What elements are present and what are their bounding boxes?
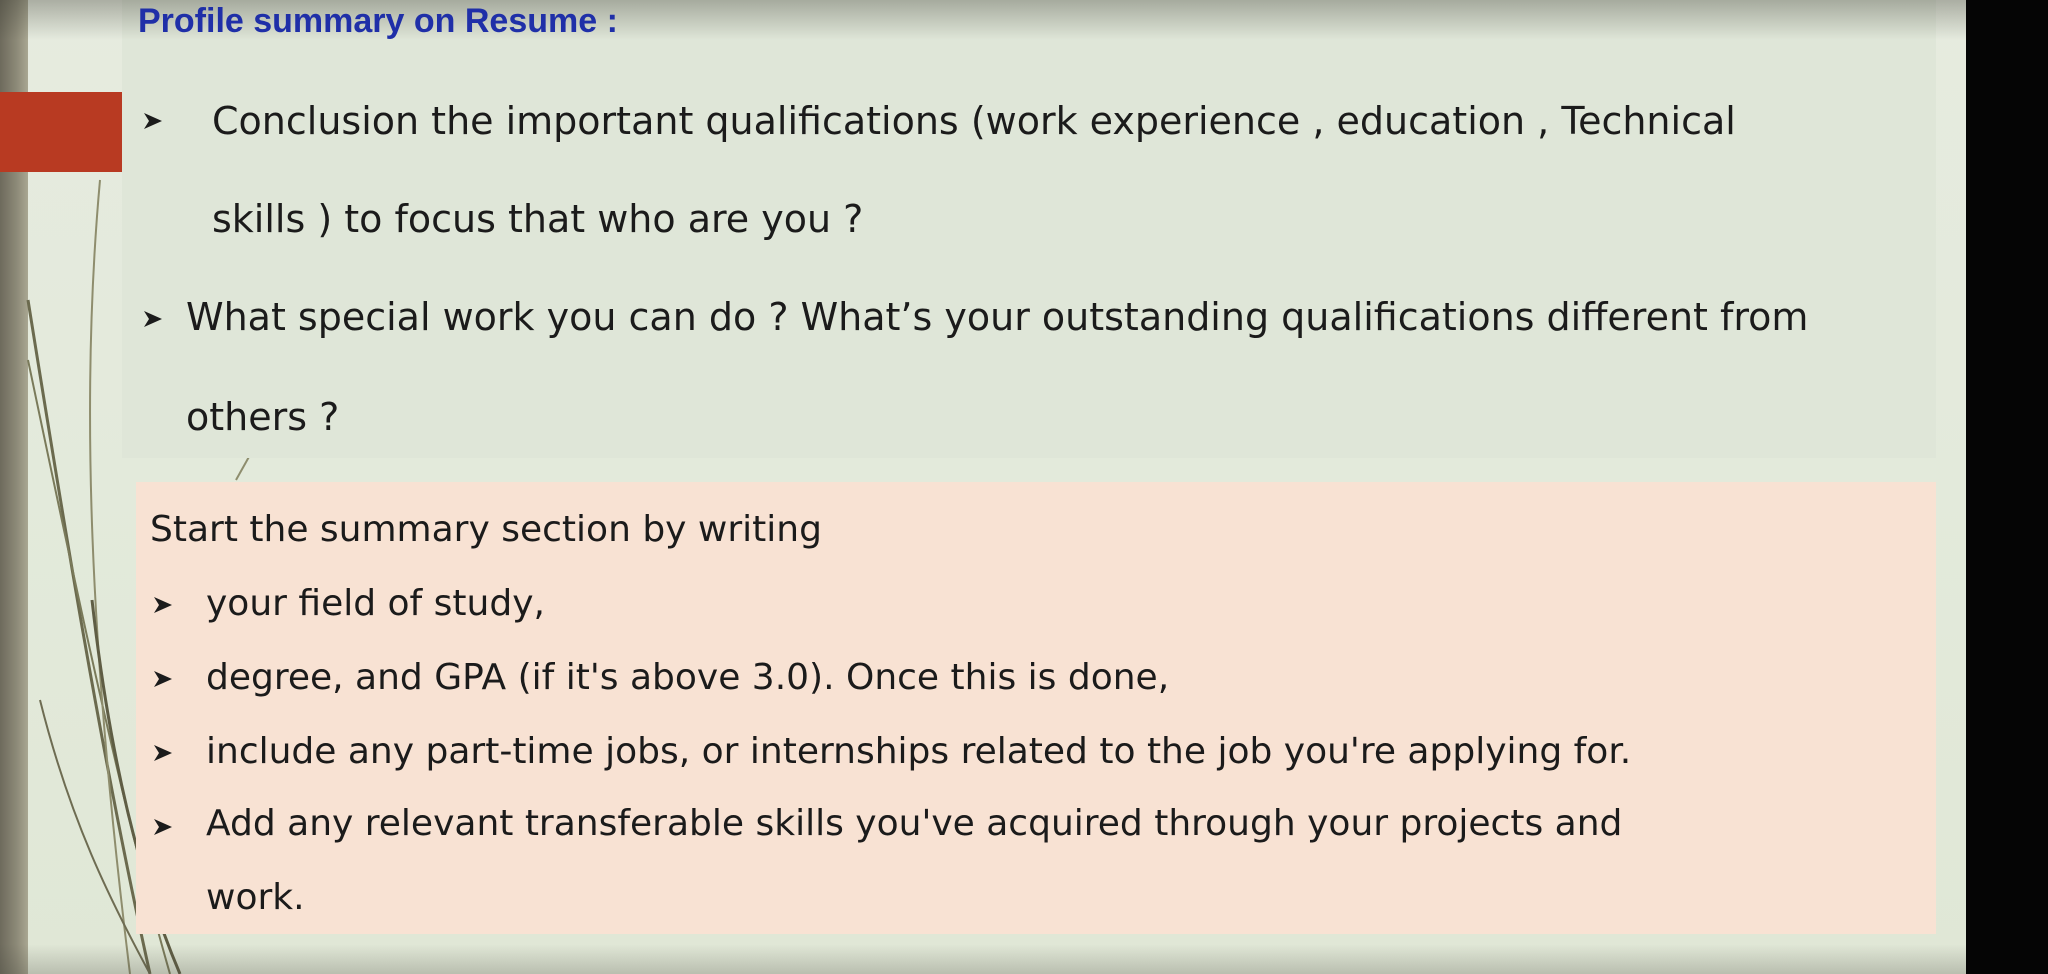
arrow-right-icon	[144, 311, 162, 327]
list-item: include any part-time jobs, or internshi…	[206, 731, 1632, 772]
bullet-1-line-1: Conclusion the important qualifications …	[212, 99, 1736, 143]
accent-block	[0, 92, 122, 172]
arrow-right-icon	[154, 597, 172, 613]
summary-intro: Start the summary section by writing	[150, 509, 822, 550]
list-item-continuation: work.	[206, 877, 305, 918]
screen: Profile summary on Resume : Conclusion t…	[0, 0, 2048, 974]
arrow-right-icon	[154, 745, 172, 761]
bullet-1-line-2: skills ) to focus that who are you ?	[212, 197, 864, 241]
list-item: your field of study,	[206, 583, 545, 624]
bullet-2-line-1: What special work you can do ? What’s yo…	[186, 295, 1809, 339]
arrow-right-icon	[154, 671, 172, 687]
bullet-2-line-2: others ?	[186, 395, 340, 439]
presentation-slide: Profile summary on Resume : Conclusion t…	[0, 0, 1966, 974]
bottom-edge-shadow	[0, 944, 1966, 974]
list-item: degree, and GPA (if it's above 3.0). Onc…	[206, 657, 1170, 698]
list-item: Add any relevant transferable skills you…	[206, 803, 1623, 844]
right-black-bar	[1966, 0, 2048, 974]
arrow-right-icon	[154, 819, 172, 835]
slide-title: Profile summary on Resume :	[138, 2, 618, 40]
arrow-right-icon	[144, 113, 162, 129]
